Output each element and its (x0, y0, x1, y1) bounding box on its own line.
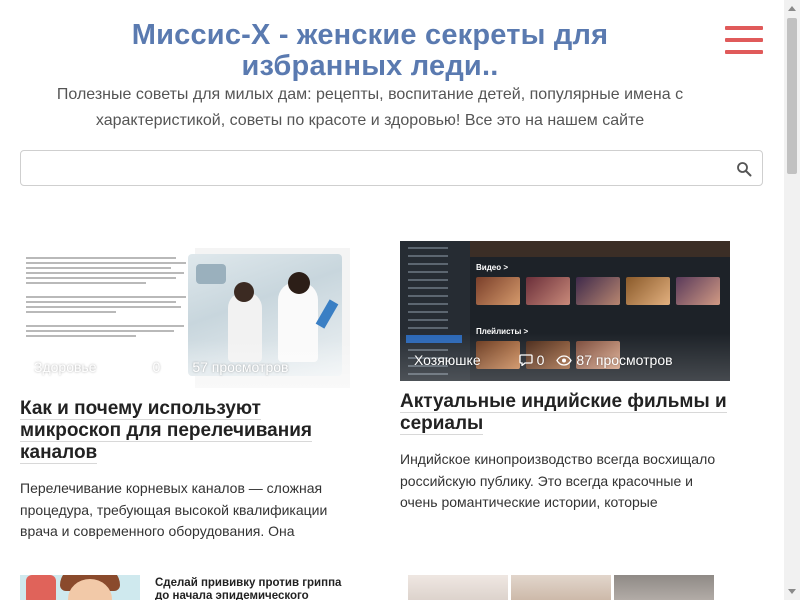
eye-icon (556, 354, 573, 366)
page: Миссис-Х - женские секреты для избранных… (0, 0, 784, 600)
comments-count: 0 (134, 359, 161, 375)
video-section-label: Видео > (476, 263, 509, 272)
site-tagline: Полезные советы для милых дам: рецепты, … (56, 86, 684, 129)
comments-value: 0 (152, 359, 161, 375)
article-title[interactable]: Актуальные индийские фильмы и сериалы (400, 391, 730, 435)
portrait-photo (408, 575, 508, 600)
scroll-down-arrow-icon[interactable] (788, 589, 796, 594)
views-value: 87 просмотров (576, 352, 673, 368)
article-excerpt: Индийское кинопроизводство всегда восхищ… (400, 451, 716, 510)
article-excerpt: Перелечивание корневых каналов — сложная… (20, 480, 328, 539)
views-count: 87 просмотров (556, 352, 673, 368)
scrollbar-thumb[interactable] (787, 18, 797, 174)
search-icon[interactable] (736, 161, 752, 177)
category-label[interactable]: Здоровье (34, 359, 97, 375)
scroll-up-arrow-icon[interactable] (788, 6, 796, 11)
article-meta: Хозяюшке 0 87 просмотров (414, 352, 720, 368)
teaser-text: Сделай прививку против гриппа до начала … (155, 577, 342, 600)
portrait-photo (511, 575, 611, 600)
page-scrollbar[interactable] (784, 0, 800, 600)
search-box[interactable] (20, 150, 763, 186)
hamburger-icon[interactable] (725, 26, 763, 56)
comments-count: 0 (518, 352, 545, 368)
article-thumbnail[interactable]: Здоровье 0 57 просмотров (20, 248, 350, 388)
site-title[interactable]: Миссис-Х - женские секреты для избранных… (60, 20, 680, 82)
comments-value: 0 (536, 352, 545, 368)
portrait-photo (614, 575, 714, 600)
article-thumbnail[interactable]: Видео > Плейлисты > Хозяюшке 0 87 просмо… (400, 241, 730, 381)
hamburger-line (725, 50, 763, 54)
hamburger-line (725, 38, 763, 42)
comment-icon (518, 354, 533, 366)
category-label[interactable]: Хозяюшке (414, 352, 481, 368)
article-title[interactable]: Как и почему используют микроскоп для пе… (20, 398, 350, 464)
flu-vaccine-illustration (20, 575, 140, 600)
article-meta: Здоровье 0 57 просмотров (34, 359, 340, 375)
article-card[interactable]: Видео > Плейлисты > Хозяюшке 0 87 просмо… (400, 241, 730, 514)
views-value: 57 просмотров (192, 359, 289, 375)
article-card[interactable]: Здоровье 0 57 просмотров Как и почему ис… (20, 248, 350, 543)
article-card-partial[interactable] (400, 575, 730, 600)
views-count: 57 просмотров (172, 359, 288, 375)
comment-icon (134, 361, 149, 373)
hamburger-line (725, 26, 763, 30)
search-input[interactable] (29, 157, 719, 179)
article-card-partial[interactable]: Сделай прививку против гриппа до начала … (20, 575, 350, 600)
eye-icon (172, 361, 189, 373)
